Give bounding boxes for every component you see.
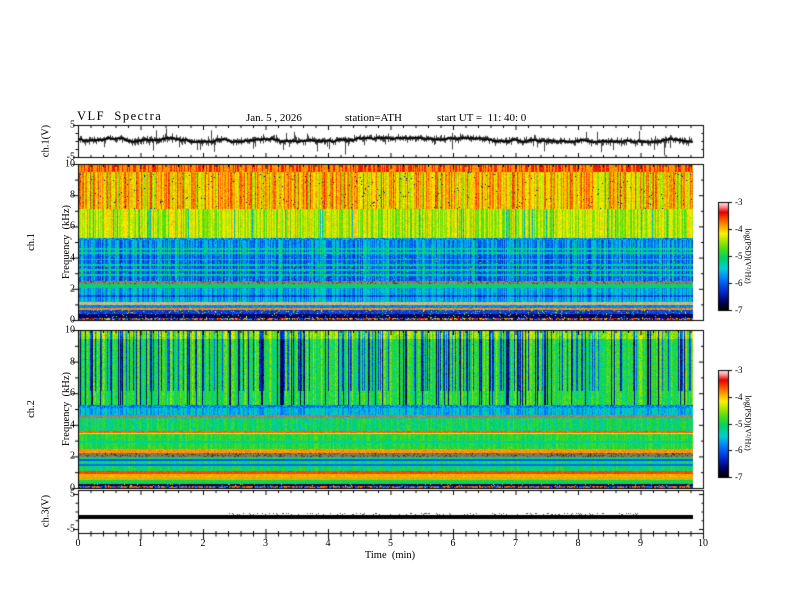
colorbar-2-label: log(PSD)(V²/Hz) <box>743 395 753 451</box>
ch1-spec-ylabel: ch.1 Frequency (kHz) <box>3 205 95 279</box>
tick-label: 7 <box>513 538 518 549</box>
tick-label: -6 <box>735 445 743 456</box>
header-station: station=ATH <box>345 112 402 124</box>
tick-label: 10 <box>65 158 75 170</box>
tick-label: -6 <box>735 278 743 288</box>
ylabel-line: ch.2 <box>26 400 37 418</box>
tick-label: 5 <box>70 488 75 500</box>
tick-label: -4 <box>735 224 743 234</box>
ch2-spec-ylabel: ch.2 Frequency (kHz) <box>3 372 95 446</box>
tick-label: -3 <box>735 365 743 375</box>
tick-label: -4 <box>735 391 743 402</box>
tick-label: 3 <box>263 538 268 549</box>
tick-label: 8 <box>70 356 75 368</box>
ch1-wave-ylabel: ch.1(V) <box>40 124 52 158</box>
colorbar-1-label: log(PSD)(V²/Hz) <box>743 228 753 284</box>
tick-label: 6 <box>450 538 456 549</box>
ylabel-line: Frequency (kHz) <box>60 204 72 280</box>
ylabel-line: ch.1 <box>26 233 37 251</box>
ch3-wave-ylabel: ch.3(V) <box>40 494 52 528</box>
tick-label: 5 <box>70 119 75 131</box>
tick-label: 5 <box>388 538 393 549</box>
tick-label: 9 <box>638 538 643 549</box>
tick-label: -5 <box>735 251 743 261</box>
tick-label: 2 <box>200 538 206 549</box>
ylabel-line: Frequency (kHz) <box>60 371 72 447</box>
plot-canvas <box>0 0 792 612</box>
tick-label: 4 <box>70 419 75 431</box>
tick-label: -7 <box>735 472 743 482</box>
tick-label: 0 <box>75 538 81 549</box>
tick-label: 8 <box>70 189 75 201</box>
tick-label: 6 <box>70 220 75 232</box>
tick-label: 4 <box>70 252 75 264</box>
tick-label: 8 <box>575 538 581 549</box>
tick-label: 10 <box>698 538 708 549</box>
tick-label: 2 <box>70 283 75 295</box>
plot-title: VLF Spectra <box>77 109 163 123</box>
tick-label: -3 <box>735 197 743 207</box>
header-start-ut: start UT = 11: 40: 0 <box>437 112 527 124</box>
tick-label: -5 <box>735 418 743 429</box>
x-axis-label: Time (min) <box>364 550 416 561</box>
tick-label: 1 <box>138 538 143 549</box>
header-date: Jan. 5 , 2026 <box>246 112 302 124</box>
tick-label: -5 <box>66 523 75 535</box>
tick-label: -7 <box>735 305 743 315</box>
vlf-spectra-figure: VLF Spectra Jan. 5 , 2026 station=ATH st… <box>0 0 792 612</box>
tick-label: 6 <box>70 387 75 399</box>
tick-label: 2 <box>70 450 75 462</box>
tick-label: 4 <box>325 538 331 549</box>
tick-label: 10 <box>65 324 75 336</box>
